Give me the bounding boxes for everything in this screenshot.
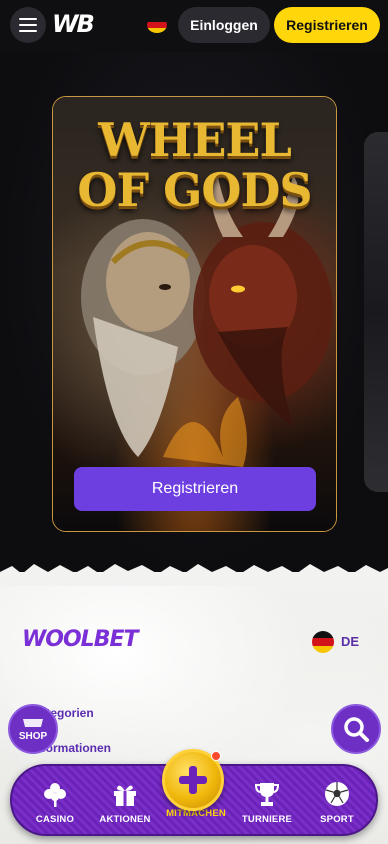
search-button[interactable] xyxy=(331,704,381,754)
clover-icon xyxy=(44,783,66,807)
shop-label: SHOP xyxy=(18,730,48,742)
login-button[interactable]: Einloggen xyxy=(178,7,270,43)
nav-label: TURNIERE xyxy=(241,814,293,825)
torn-paper-edge xyxy=(0,564,388,586)
top-header: WB Einloggen Registrieren xyxy=(0,0,388,52)
nav-label: AKTIONEN xyxy=(99,814,151,825)
notification-dot xyxy=(211,751,221,761)
shop-button[interactable]: SHOP xyxy=(8,704,58,754)
soccer-ball-icon xyxy=(325,782,349,806)
menu-button[interactable] xyxy=(10,7,46,43)
hamburger-icon xyxy=(19,18,37,20)
language-flag-icon[interactable] xyxy=(312,631,334,653)
register-button[interactable]: Registrieren xyxy=(274,7,380,43)
nav-label: CASINO xyxy=(35,814,75,825)
card-register-button[interactable]: Registrieren xyxy=(74,467,316,511)
nav-sport[interactable]: SPORT xyxy=(306,780,368,834)
nav-tournaments[interactable]: TURNIERE xyxy=(236,780,298,834)
nav-casino[interactable]: CASINO xyxy=(24,780,86,834)
gift-icon xyxy=(114,785,136,806)
nav-promotions[interactable]: AKTIONEN xyxy=(94,780,156,834)
next-slide-card[interactable] xyxy=(364,132,388,492)
plus-icon xyxy=(179,766,207,794)
shop-awning-icon xyxy=(23,718,43,727)
trophy-icon xyxy=(254,783,280,806)
nav-join[interactable]: MITMACHEN xyxy=(165,808,227,844)
game-artwork: WHEEL OF GODS xyxy=(53,97,336,531)
game-promo-card[interactable]: WHEEL OF GODS Registrieren xyxy=(52,96,337,532)
footer-logo[interactable]: WOOLBET xyxy=(22,627,138,652)
language-selector[interactable]: DE xyxy=(341,634,359,649)
germany-flag-icon[interactable] xyxy=(147,17,167,33)
search-icon xyxy=(344,717,369,742)
site-logo[interactable]: WB xyxy=(52,10,95,38)
game-title: WHEEL OF GODS xyxy=(77,113,312,217)
nav-label: SPORT xyxy=(320,814,354,825)
